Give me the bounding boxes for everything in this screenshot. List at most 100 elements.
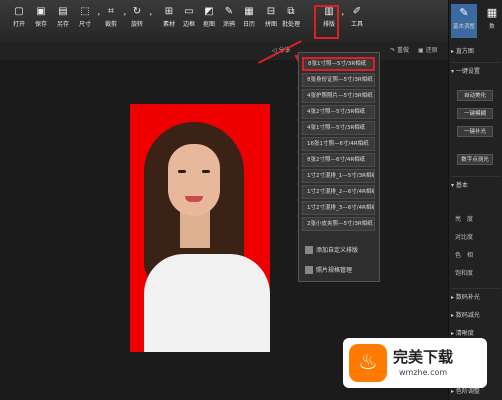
one-click-label: 一键设置 — [455, 68, 480, 75]
restore-button[interactable]: ▣ 还原 — [418, 45, 438, 54]
photo-eye-left — [178, 170, 186, 173]
one-click-fill-light-button[interactable]: 一键补光 — [457, 126, 493, 137]
layout-option-item[interactable]: 16张1寸照—6寸/4R相纸 — [302, 137, 375, 151]
tab-basic-adjust[interactable]: ✎ 基本调整 — [451, 4, 477, 38]
toolbar-label: 裁剪 — [104, 21, 117, 28]
digital-reduce-label: 数码减光 — [455, 312, 480, 319]
layout-option-item[interactable]: 4张护照照片—5寸/3R相纸 — [302, 89, 375, 103]
photo-dress — [144, 254, 270, 352]
toolbar-calendar-button[interactable]: ▦ 日历 — [238, 4, 260, 38]
toolbar-label: 批处理 — [281, 21, 300, 28]
histogram-header[interactable]: ▸ 直方图 — [451, 46, 501, 58]
save-icon: ▣ — [36, 6, 46, 17]
layout-option-item[interactable]: 1寸2寸混排_3—6寸/4R相纸 — [302, 201, 375, 215]
divider — [451, 62, 501, 63]
brush-icon: ✎ — [224, 6, 234, 17]
photo-face — [168, 144, 220, 216]
layout-option-item[interactable]: 8张2寸照—6寸/4R相纸 — [302, 153, 375, 167]
layout-option-item[interactable]: 4张1寸照—5寸/3R相纸 — [302, 121, 375, 135]
tab-basic-label: 基本调整 — [452, 24, 475, 30]
grid-icon: ▦ — [486, 6, 498, 19]
add-layout-icon — [305, 246, 313, 254]
watermark-badge: ♨ 完美下载 wmzhe.com — [343, 338, 487, 388]
watermark-site: wmzhe.com — [399, 368, 448, 377]
toolbar-open-button[interactable]: ▢ 打开 — [8, 4, 30, 38]
tab-secondary[interactable]: ▦ 数 — [479, 4, 502, 38]
photo-spec-manage-item[interactable]: 照片规格管理 — [302, 263, 375, 278]
basic-header[interactable]: ▾ 基本 — [451, 180, 501, 192]
layout-button-highlight — [314, 5, 339, 39]
toolbar-label: 保存 — [34, 21, 47, 28]
open-icon: ▢ — [14, 6, 24, 17]
divider — [451, 176, 501, 177]
edit-icon: ✎ — [459, 6, 469, 19]
id-photo — [130, 104, 270, 352]
digital-reduce-header[interactable]: ▸ 数码减光 — [451, 310, 501, 322]
toolbar-brush-button[interactable]: ✎ 涂鸦 — [218, 4, 240, 38]
border-icon: ▭ — [184, 6, 194, 17]
flame-logo-icon: ♨ — [349, 344, 387, 382]
toolbar-label: 拼图 — [264, 21, 277, 28]
digital-add-label: 数码补光 — [455, 294, 480, 301]
toolbar-border-button[interactable]: ▭ 边框 — [178, 4, 200, 38]
secondary-toolbar: ◁ 分享 ↷ 重做 ▣ 还原 — [0, 42, 448, 61]
layout-option-item[interactable]: 4张2寸照—5寸/3R相纸 — [302, 105, 375, 119]
one-click-header[interactable]: ▾ 一键设置 — [451, 66, 501, 78]
layout-option-item[interactable]: 8张1寸照—5寸/3R相纸 — [302, 57, 375, 71]
spec-manage-icon — [305, 266, 313, 274]
saturation-label: 饱和度 — [455, 270, 474, 277]
watermark-title: 完美下载 — [393, 348, 454, 366]
toolbar-resize-button[interactable]: ⬚ 尺寸 ▾ — [74, 4, 100, 38]
chevron-down-icon[interactable]: ▾ — [149, 12, 152, 18]
add-custom-layout-label: 添加自定义排版 — [316, 247, 359, 254]
histogram-label: 直方图 — [455, 48, 474, 55]
toolbar-material-button[interactable]: ⊞ 素材 — [158, 4, 180, 38]
levels-label: 色阶调整 — [455, 388, 480, 395]
tab-secondary-label: 数 — [489, 24, 495, 30]
one-click-blur-button[interactable]: 一键模糊 — [457, 108, 493, 119]
crop-icon: ⌗ — [108, 6, 114, 17]
resize-icon: ⬚ — [80, 6, 90, 17]
chevron-down-icon[interactable]: ▾ — [341, 12, 344, 18]
contrast-label: 对比度 — [455, 234, 474, 241]
material-icon: ⊞ — [164, 6, 174, 17]
main-toolbar: ▢ 打开 ▣ 保存 ▤ 另存 ⬚ 尺寸 ▾ ⌗ 裁剪 ▾ ↻ 旋转 ▾ ⊞ 素材 ▭ 边框 ◩ 抠图 ✎ 涂鸦 ▦ 日历 ⊟ 拼图 ⧉… — [0, 0, 448, 43]
toolbar-label: 旋转 — [130, 21, 143, 28]
save-as-icon: ▤ — [58, 6, 68, 17]
toolbar-crop-button[interactable]: ⌗ 裁剪 ▾ — [100, 4, 126, 38]
toolbar-collage-button[interactable]: ⊟ 拼图 — [260, 4, 282, 38]
digital-metering-button[interactable]: 数字点测光 — [457, 154, 493, 165]
toolbar-save-as-button[interactable]: ▤ 另存 — [52, 4, 74, 38]
toolbar-label: 尺寸 — [78, 21, 91, 28]
photo-eye-right — [202, 170, 210, 173]
layout-option-item[interactable]: 1寸2寸混排_2—6寸/4R相纸 — [302, 185, 375, 199]
layout-option-item[interactable]: 8张身份证照—5寸/3R相纸 — [302, 73, 375, 87]
toolbar-label: 另存 — [56, 21, 69, 28]
toolbar-label: 抠图 — [202, 21, 215, 28]
toolbar-rotate-button[interactable]: ↻ 旋转 ▾ — [126, 4, 152, 38]
cutout-icon: ◩ — [204, 6, 214, 17]
collage-icon: ⊟ — [266, 6, 276, 17]
toolbar-save-button[interactable]: ▣ 保存 — [30, 4, 52, 38]
toolbar-label: 打开 — [12, 21, 25, 28]
tools-icon: ✐ — [352, 6, 362, 17]
photo-spec-manage-label: 照片规格管理 — [316, 267, 353, 274]
toolbar-label: 日历 — [242, 21, 255, 28]
digital-add-header[interactable]: ▸ 数码补光 — [451, 292, 501, 304]
layout-dropdown-menu: 添加自定义排版 照片规格管理 8张1寸照—5寸/3R相纸 8张身份证照—5寸/3R… — [298, 52, 380, 282]
toolbar-batch-button[interactable]: ⧉ 批处理 — [280, 4, 302, 38]
calendar-icon: ▦ — [244, 6, 254, 17]
batch-icon: ⧉ — [287, 6, 295, 17]
clarity-label: 清晰度 — [455, 330, 474, 337]
hue-label: 色 相 — [455, 252, 474, 259]
layout-option-item[interactable]: 1寸2寸混排_1—5寸/3R相纸 — [302, 169, 375, 183]
add-custom-layout-item[interactable]: 添加自定义排版 — [302, 243, 375, 258]
layout-option-item[interactable]: 2张小皮夹照—5寸/3R相纸 — [302, 217, 375, 231]
redo-button[interactable]: ↷ 重做 — [390, 45, 409, 54]
restore-label: 还原 — [425, 47, 438, 54]
toolbar-tools-button[interactable]: ✐ 工具 — [346, 4, 368, 38]
toolbar-label: 边框 — [182, 21, 195, 28]
toolbar-cutout-button[interactable]: ◩ 抠图 — [198, 4, 220, 38]
basic-label: 基本 — [455, 182, 468, 189]
auto-beautify-button[interactable]: 自动美化 — [457, 90, 493, 101]
